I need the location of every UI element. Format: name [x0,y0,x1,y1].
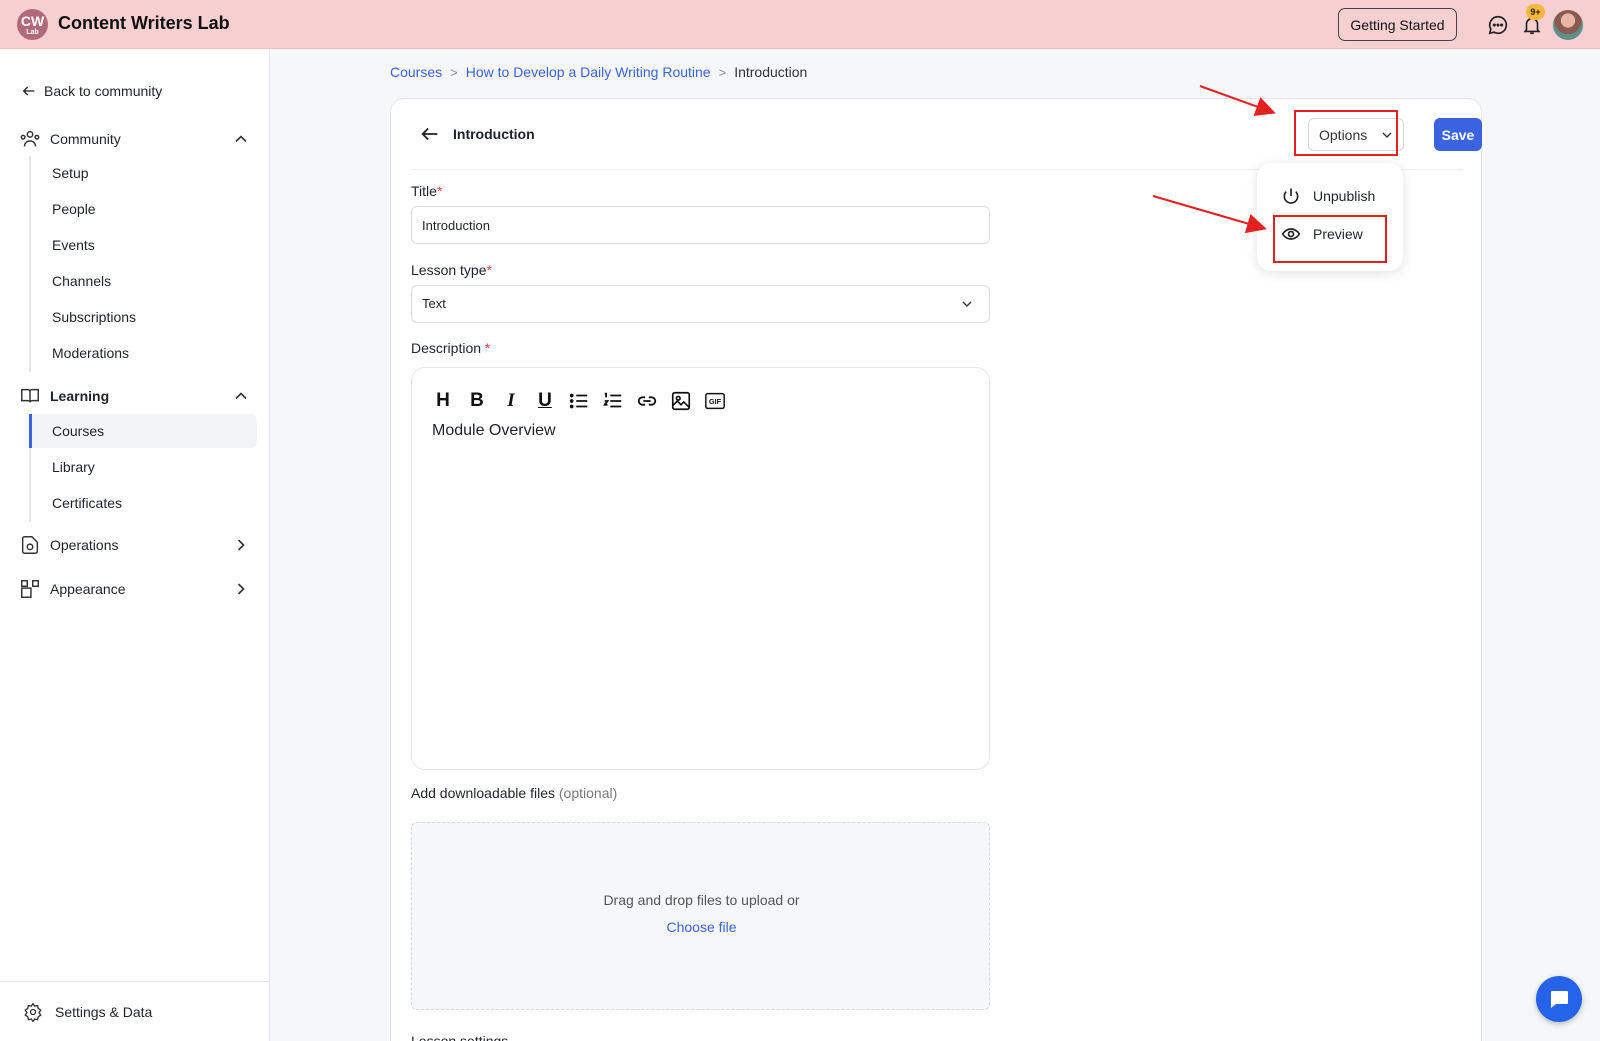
breadcrumb-course[interactable]: How to Develop a Daily Writing Routine [466,64,711,80]
choose-file-link[interactable]: Choose file [412,919,991,935]
annotation-box-preview [1273,215,1387,263]
save-button[interactable]: Save [1434,118,1482,151]
appearance-icon [21,580,39,598]
breadcrumb-chevron-icon: > [450,64,458,80]
title-field-label: Title* [411,183,442,199]
files-label-text: Add downloadable files [411,785,555,801]
book-icon [21,388,39,403]
lesson-settings-heading: Lesson settings [411,1033,509,1041]
chevron-down-icon [962,301,972,307]
chat-icon [1551,991,1568,1008]
title-input[interactable] [411,206,990,244]
lesson-type-label-text: Lesson type [411,262,487,278]
arrow-left-icon [22,86,35,96]
community-icon [20,130,40,147]
required-marker: * [484,340,491,356]
lesson-type-select[interactable]: Text [411,285,990,323]
logo-text: CW [20,13,45,29]
chat-bubble-icon[interactable] [1487,14,1509,36]
required-marker: * [486,262,492,278]
image-icon[interactable] [670,390,692,412]
link-icon[interactable] [636,390,658,412]
chevron-up-icon[interactable] [231,386,251,406]
file-dropzone[interactable]: Drag and drop files to upload or Choose … [411,822,990,1010]
back-to-community-label: Back to community [44,83,163,99]
sidebar-item-subscriptions[interactable]: Subscriptions [29,300,257,334]
settings-footer: Settings & Data [0,981,270,1041]
dropzone-text: Drag and drop files to upload or [603,892,800,908]
lesson-type-value: Text [422,296,446,311]
svg-text:GIF: GIF [709,397,722,406]
sidebar-item-courses[interactable]: Courses [29,414,257,448]
required-marker: * [436,183,443,199]
operations-icon [21,536,39,554]
sidebar-item-moderations[interactable]: Moderations [29,336,257,370]
app-title[interactable]: Content Writers Lab [58,13,230,34]
heading-icon[interactable]: H [432,390,454,412]
chevron-right-icon[interactable] [231,535,251,555]
user-avatar[interactable] [1553,10,1583,40]
files-optional-text: (optional) [558,785,618,801]
numbered-list-icon[interactable] [602,390,624,412]
chat-widget-button[interactable] [1536,976,1582,1022]
logo-subtext: Lab [26,29,39,36]
back-to-community-link[interactable]: Back to community [21,83,162,99]
chevron-up-icon[interactable] [231,129,251,149]
community-section-label: Community [50,131,121,147]
learning-section-label: Learning [50,388,110,404]
lesson-type-field-label: Lesson type* [411,262,492,278]
sidebar-item-people[interactable]: People [29,192,257,226]
appearance-section-label: Appearance [50,581,126,597]
breadcrumb: Courses > How to Develop a Daily Writing… [390,64,807,80]
formatting-toolbar: H B I U GIF [432,390,738,412]
sidebar-section-community[interactable]: Community [19,126,251,152]
breadcrumb-current: Introduction [734,64,808,80]
arrow-left-icon[interactable] [419,123,441,145]
sidebar-item-certificates[interactable]: Certificates [29,486,257,520]
underline-icon[interactable]: U [534,390,556,412]
bullet-list-icon[interactable] [568,390,590,412]
breadcrumb-chevron-icon: > [718,64,727,80]
sidebar-item-channels[interactable]: Channels [29,264,257,298]
unpublish-label: Unpublish [1313,188,1376,204]
bold-icon[interactable]: B [466,390,488,412]
gear-icon [24,1002,42,1022]
top-bar: CW Lab Content Writers Lab Getting Start… [0,0,1600,49]
description-content[interactable]: Module Overview [432,422,556,440]
lesson-header-title: Introduction [453,126,535,142]
description-editor[interactable]: H B I U GIF Module Overview [411,367,990,770]
gif-icon[interactable]: GIF [704,390,726,412]
operations-section-label: Operations [50,537,119,553]
getting-started-button[interactable]: Getting Started [1338,8,1457,41]
sidebar-section-appearance[interactable]: Appearance [19,576,251,602]
description-label-text: Description [411,340,482,356]
settings-data-label: Settings & Data [55,1004,153,1020]
sidebar-section-learning[interactable]: Learning [19,383,251,409]
notification-badge: 9+ [1526,4,1545,20]
files-field-label: Add downloadable files (optional) [411,785,617,801]
menu-item-unpublish[interactable]: Unpublish [1281,184,1375,208]
settings-data-link[interactable]: Settings & Data [23,1002,152,1022]
chevron-right-icon[interactable] [231,579,251,599]
community-logo[interactable]: CW Lab [17,9,48,40]
description-field-label: Description * [411,340,490,356]
power-icon [1283,188,1299,204]
italic-icon[interactable]: I [500,390,522,412]
sidebar-item-setup[interactable]: Setup [29,156,257,190]
title-label-text: Title [411,183,437,199]
sidebar-item-events[interactable]: Events [29,228,257,262]
annotation-box-options [1294,110,1398,156]
breadcrumb-courses[interactable]: Courses [390,64,442,80]
sidebar-section-operations[interactable]: Operations [19,532,251,558]
sidebar: Back to community Community Setup People… [0,49,270,1041]
sidebar-item-library[interactable]: Library [29,450,257,484]
